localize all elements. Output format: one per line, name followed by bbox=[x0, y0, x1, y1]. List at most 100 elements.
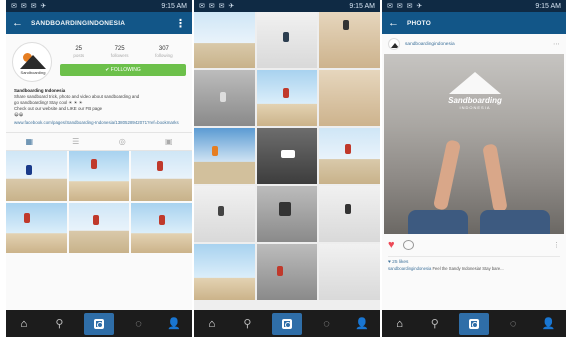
stat-posts[interactable]: 25 posts bbox=[73, 46, 84, 58]
notification-icons: ✉ ✉ ✉ ✈ bbox=[387, 3, 424, 10]
photo-detail-screen: ✉ ✉ ✉ ✈ 9:15 AM ← PHOTO sandboardingindo… bbox=[382, 0, 566, 337]
stat-followers[interactable]: 725 followers bbox=[111, 46, 129, 58]
photo-tile[interactable] bbox=[256, 244, 318, 300]
status-bar: ✉ ✉ ✉ ✈ 9:15 AM bbox=[194, 0, 380, 12]
profile-icon[interactable]: 👤 bbox=[351, 313, 373, 335]
stat-posts-number: 25 bbox=[75, 46, 83, 52]
stat-followers-label: followers bbox=[110, 53, 129, 58]
bio-link[interactable]: www.facebook.com/pages/Sandboarding-Indo… bbox=[14, 120, 184, 126]
photo-tile[interactable] bbox=[6, 203, 67, 253]
home-icon[interactable]: ⌂ bbox=[389, 313, 411, 335]
notification-icons: ✉ ✉ ✉ ✈ bbox=[199, 3, 236, 10]
photo-tile[interactable] bbox=[6, 151, 67, 201]
search-icon[interactable]: ⚲ bbox=[236, 313, 258, 335]
photo-tile[interactable] bbox=[68, 151, 130, 201]
grid-view-icon[interactable]: ▦ bbox=[19, 137, 39, 146]
photo-grid-screen: ✉ ✉ ✉ ✈ 9:15 AM ⌂ ⚲ ◌ 👤 bbox=[194, 0, 380, 337]
search-icon[interactable]: ⚲ bbox=[48, 313, 70, 335]
following-button[interactable]: ✔ FOLLOWING bbox=[60, 64, 186, 76]
photo-tile[interactable] bbox=[131, 203, 192, 253]
photo-grid bbox=[194, 12, 380, 300]
view-tabs: ▦ ☰ ◎ ▣ bbox=[6, 132, 192, 151]
photo-tile[interactable] bbox=[131, 151, 192, 201]
home-icon[interactable]: ⌂ bbox=[13, 313, 35, 335]
more-icon[interactable]: ⋮ bbox=[553, 241, 560, 249]
jeans-shape bbox=[480, 210, 550, 234]
activity-icon[interactable]: ◌ bbox=[316, 313, 338, 335]
photo-tile[interactable] bbox=[319, 128, 380, 184]
time-text: 9:15 AM bbox=[349, 2, 375, 10]
avatar: Sandboarding bbox=[12, 42, 52, 82]
app-bar: ← SANDBOARDINGINDONESIA ⋮ bbox=[6, 12, 192, 34]
time-text: 9:15 AM bbox=[535, 2, 561, 10]
photo-tile[interactable] bbox=[319, 12, 380, 68]
avatar-text: Sandboarding bbox=[20, 70, 46, 75]
logo-word: Sandboarding bbox=[448, 96, 502, 105]
list-view-icon[interactable]: ☰ bbox=[66, 137, 86, 146]
screenshot-collage: ✉ ✉ ✉ ✈ 9:15 AM ← SANDBOARDINGINDONESIA … bbox=[0, 0, 566, 337]
stat-posts-label: posts bbox=[73, 53, 85, 58]
tagged-icon[interactable]: ▣ bbox=[159, 137, 179, 146]
bio: Sandboarding Indonesia Share sandboard t… bbox=[6, 86, 192, 128]
back-arrow-icon[interactable]: ← bbox=[12, 17, 23, 29]
jeans-shape bbox=[408, 210, 468, 234]
camera-icon[interactable] bbox=[458, 312, 489, 335]
time-text: 9:15 AM bbox=[161, 2, 187, 10]
photo-tile[interactable] bbox=[256, 70, 318, 126]
stat-following[interactable]: 307 following bbox=[155, 46, 173, 58]
photo-tile[interactable] bbox=[256, 12, 318, 68]
leg-shape bbox=[482, 143, 508, 213]
avatar[interactable] bbox=[388, 38, 400, 50]
stat-followers-number: 725 bbox=[114, 46, 125, 52]
likes-count[interactable]: ♥ 25 likes bbox=[382, 257, 566, 266]
app-bar: ← PHOTO bbox=[382, 12, 566, 34]
photo-tile[interactable] bbox=[319, 244, 380, 300]
back-arrow-icon[interactable]: ← bbox=[388, 17, 399, 29]
camera-icon[interactable] bbox=[83, 312, 114, 335]
activity-icon[interactable]: ◌ bbox=[128, 313, 150, 335]
profile-icon[interactable]: 👤 bbox=[163, 313, 185, 335]
photo-tile[interactable] bbox=[256, 186, 318, 242]
profile-screen: ✉ ✉ ✉ ✈ 9:15 AM ← SANDBOARDINGINDONESIA … bbox=[6, 0, 192, 337]
search-icon[interactable]: ⚲ bbox=[424, 313, 446, 335]
more-icon[interactable]: ⋯ bbox=[553, 40, 560, 48]
activity-icon[interactable]: ◌ bbox=[502, 313, 524, 335]
photo-grid bbox=[6, 151, 192, 253]
stats-block: 25 posts 725 followers 307 following ✔ F… bbox=[60, 42, 186, 82]
photo-tile[interactable] bbox=[194, 244, 255, 300]
location-icon[interactable]: ◎ bbox=[112, 137, 132, 146]
caption-text: Feel the Sandy Indonesia! Stay bare... bbox=[432, 266, 504, 271]
photo-tile[interactable] bbox=[194, 70, 255, 126]
photo-tile[interactable] bbox=[194, 186, 255, 242]
post-header: sandboardingindonesia ⋯ bbox=[382, 34, 566, 54]
notification-icons: ✉ ✉ ✉ ✈ bbox=[11, 3, 48, 10]
photo-tile[interactable] bbox=[194, 12, 255, 68]
leg-shape bbox=[432, 139, 462, 211]
bio-line: 😀😀 bbox=[14, 112, 24, 117]
logo-sub: INDONESIA bbox=[459, 105, 491, 110]
post-actions: ♥ ⋮ bbox=[382, 234, 566, 256]
camera-icon[interactable] bbox=[271, 312, 302, 335]
post-photo[interactable]: Sandboarding INDONESIA bbox=[384, 54, 564, 234]
photo-tile[interactable] bbox=[68, 203, 130, 253]
bottom-nav: ⌂ ⚲ ◌ 👤 bbox=[6, 310, 192, 337]
post-username[interactable]: sandboardingindonesia bbox=[405, 42, 548, 47]
status-bar: ✉ ✉ ✉ ✈ 9:15 AM bbox=[6, 0, 192, 12]
more-vert-icon[interactable]: ⋮ bbox=[175, 17, 186, 30]
caption-username[interactable]: sandboardingindonesia bbox=[388, 266, 431, 271]
bottom-nav: ⌂ ⚲ ◌ 👤 bbox=[194, 310, 380, 337]
watermark-logo: Sandboarding INDONESIA bbox=[432, 72, 518, 110]
logo-mountain-icon bbox=[20, 55, 46, 69]
photo-tile[interactable] bbox=[256, 128, 318, 184]
profile-icon[interactable]: 👤 bbox=[537, 313, 559, 335]
photo-tile[interactable] bbox=[319, 70, 380, 126]
bottom-nav: ⌂ ⚲ ◌ 👤 bbox=[382, 310, 566, 337]
like-heart-icon[interactable]: ♥ bbox=[388, 239, 395, 251]
comment-icon[interactable] bbox=[402, 240, 414, 250]
home-icon[interactable]: ⌂ bbox=[201, 313, 223, 335]
page-title: PHOTO bbox=[407, 19, 431, 27]
photo-tile[interactable] bbox=[319, 186, 380, 242]
photo-tile[interactable] bbox=[194, 128, 255, 184]
page-title: SANDBOARDINGINDONESIA bbox=[31, 19, 126, 27]
status-bar: ✉ ✉ ✉ ✈ 9:15 AM bbox=[382, 0, 566, 12]
